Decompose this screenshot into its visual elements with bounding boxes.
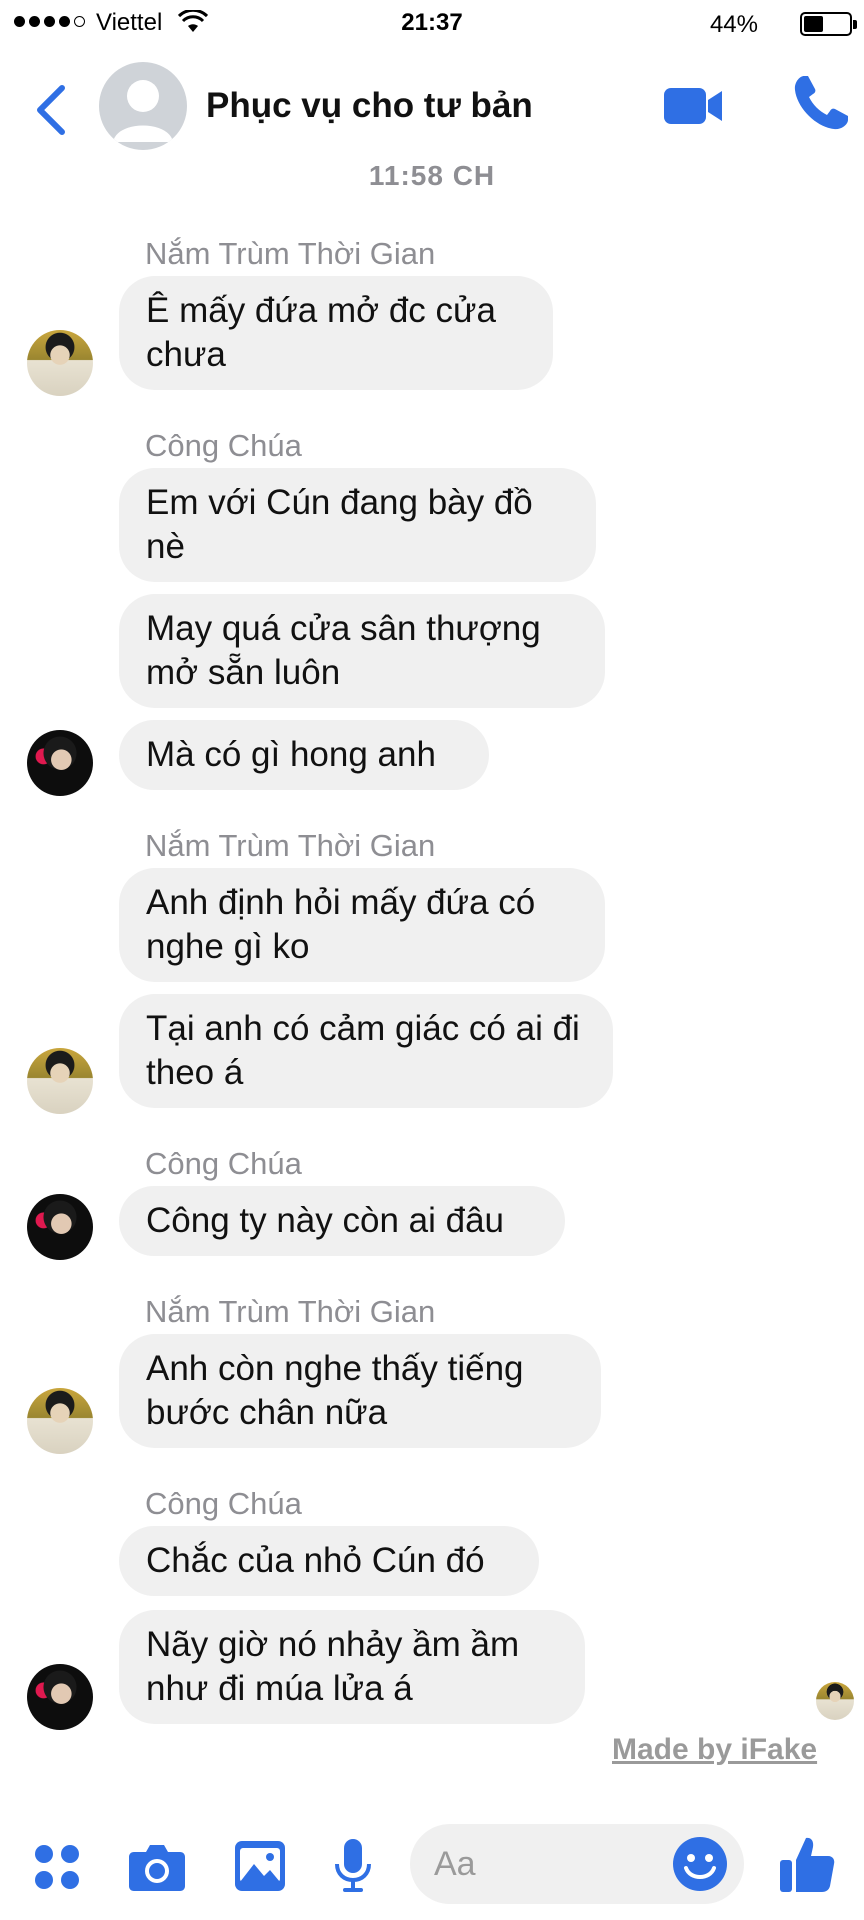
- sender-avatar[interactable]: [27, 730, 93, 796]
- microphone-icon[interactable]: [333, 1838, 373, 1894]
- message-bubble[interactable]: Công ty này còn ai đâu: [119, 1186, 565, 1256]
- sender-avatar[interactable]: [27, 330, 93, 396]
- message-bubble[interactable]: Em với Cún đang bày đồ nè: [119, 468, 596, 582]
- sender-name: Nắm Trùm Thời Gian: [145, 828, 436, 863]
- phone-icon[interactable]: [790, 72, 852, 134]
- message-bubble[interactable]: Anh định hỏi mấy đứa có nghe gì ko: [119, 868, 605, 982]
- thread-timestamp: 11:58 CH: [368, 160, 496, 191]
- image-icon[interactable]: [234, 1840, 286, 1892]
- person-silhouette-icon: [113, 80, 173, 142]
- message-bubble[interactable]: Tại anh có cảm giác có ai đi theo á: [119, 994, 613, 1108]
- sender-name: Công Chúa: [145, 428, 302, 463]
- sender-name: Công Chúa: [145, 1146, 302, 1181]
- message-bubble[interactable]: May quá cửa sân thượng mở sẵn luôn: [119, 594, 605, 708]
- watermark-link[interactable]: Made by iFake: [612, 1733, 817, 1767]
- message-bubble[interactable]: Chắc của nhỏ Cún đó: [119, 1526, 539, 1596]
- group-avatar[interactable]: [99, 62, 187, 150]
- battery-icon: [800, 12, 857, 36]
- sender-name: Nắm Trùm Thời Gian: [145, 1294, 436, 1329]
- apps-icon[interactable]: [32, 1842, 82, 1892]
- conversation-header: Phục vụ cho tư bản: [0, 48, 864, 178]
- battery-percentage: 44%: [709, 11, 758, 38]
- seen-receipt-avatar: [816, 1682, 854, 1720]
- conversation-title[interactable]: Phục vụ cho tư bản: [206, 86, 533, 126]
- sender-avatar[interactable]: [27, 1048, 93, 1114]
- emoji-icon[interactable]: [672, 1836, 728, 1892]
- sender-avatar[interactable]: [27, 1664, 93, 1730]
- sender-name: Nắm Trùm Thời Gian: [145, 236, 436, 271]
- message-input[interactable]: [434, 1824, 654, 1904]
- message-bubble[interactable]: Mà có gì hong anh: [119, 720, 489, 790]
- like-thumb-icon[interactable]: [778, 1834, 836, 1894]
- message-bubble[interactable]: Nãy giờ nó nhảy ầm ầm như đi múa lửa á: [119, 1610, 585, 1724]
- back-chevron-icon[interactable]: [28, 80, 78, 140]
- sender-avatar[interactable]: [27, 1388, 93, 1454]
- message-bubble[interactable]: Anh còn nghe thấy tiếng bước chân nữa: [119, 1334, 601, 1448]
- sender-avatar[interactable]: [27, 1194, 93, 1260]
- message-bubble[interactable]: Ê mấy đứa mở đc cửa chưa: [119, 276, 553, 390]
- video-call-icon[interactable]: [662, 78, 726, 134]
- sender-name: Công Chúa: [145, 1486, 302, 1521]
- composer-bar: [0, 1822, 864, 1920]
- camera-icon[interactable]: [128, 1842, 186, 1892]
- message-input-container: [410, 1824, 744, 1904]
- status-bar: Viettel 21:37 44%: [0, 0, 864, 48]
